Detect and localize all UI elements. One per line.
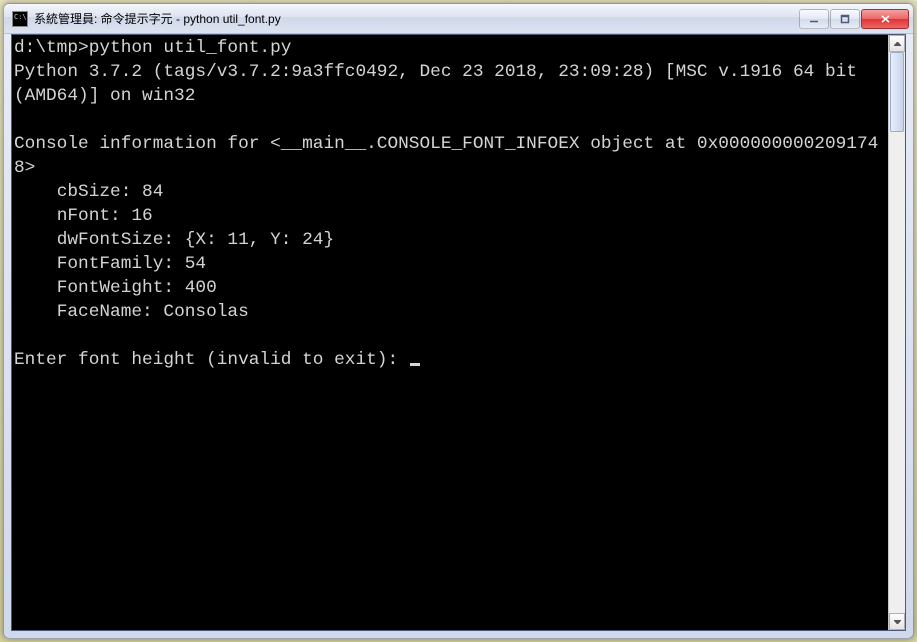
chevron-up-icon	[894, 42, 901, 46]
python-version: Python 3.7.2 (tags/v3.7.2:9a3ffc0492, De…	[14, 62, 868, 106]
cmd-icon	[12, 11, 28, 27]
scroll-up-button[interactable]	[889, 35, 905, 52]
chevron-down-icon	[894, 620, 901, 624]
vertical-scrollbar[interactable]	[888, 35, 905, 630]
window-buttons	[799, 9, 909, 29]
close-button[interactable]	[861, 9, 909, 29]
console-window: 系統管理員: 命令提示字元 - python util_font.py d:\t…	[3, 3, 914, 639]
maximize-icon	[840, 14, 850, 24]
field-fontfamily: FontFamily: 54	[57, 254, 206, 274]
info-header: Console information for <__main__.CONSOL…	[14, 134, 878, 178]
close-icon	[880, 14, 891, 24]
client-area: d:\tmp>python util_font.py Python 3.7.2 …	[11, 34, 906, 631]
scroll-down-button[interactable]	[889, 613, 905, 630]
scrollbar-thumb[interactable]	[890, 52, 904, 132]
console-output[interactable]: d:\tmp>python util_font.py Python 3.7.2 …	[12, 35, 888, 630]
window-title: 系統管理員: 命令提示字元 - python util_font.py	[34, 10, 799, 27]
field-facename: FaceName: Consolas	[57, 302, 249, 322]
scrollbar-track[interactable]	[889, 52, 905, 613]
titlebar[interactable]: 系統管理員: 命令提示字元 - python util_font.py	[4, 4, 913, 34]
field-dwfontsize: dwFontSize: {X: 11, Y: 24}	[57, 230, 334, 250]
field-fontweight: FontWeight: 400	[57, 278, 217, 298]
input-prompt: Enter font height (invalid to exit):	[14, 350, 409, 370]
minimize-icon	[809, 14, 819, 24]
field-cbsize: cbSize: 84	[57, 182, 164, 202]
maximize-button[interactable]	[830, 9, 860, 29]
cursor	[410, 363, 420, 366]
minimize-button[interactable]	[799, 9, 829, 29]
field-nfont: nFont: 16	[57, 206, 153, 226]
prompt: d:\tmp>	[14, 38, 89, 58]
command: python util_font.py	[89, 38, 292, 58]
